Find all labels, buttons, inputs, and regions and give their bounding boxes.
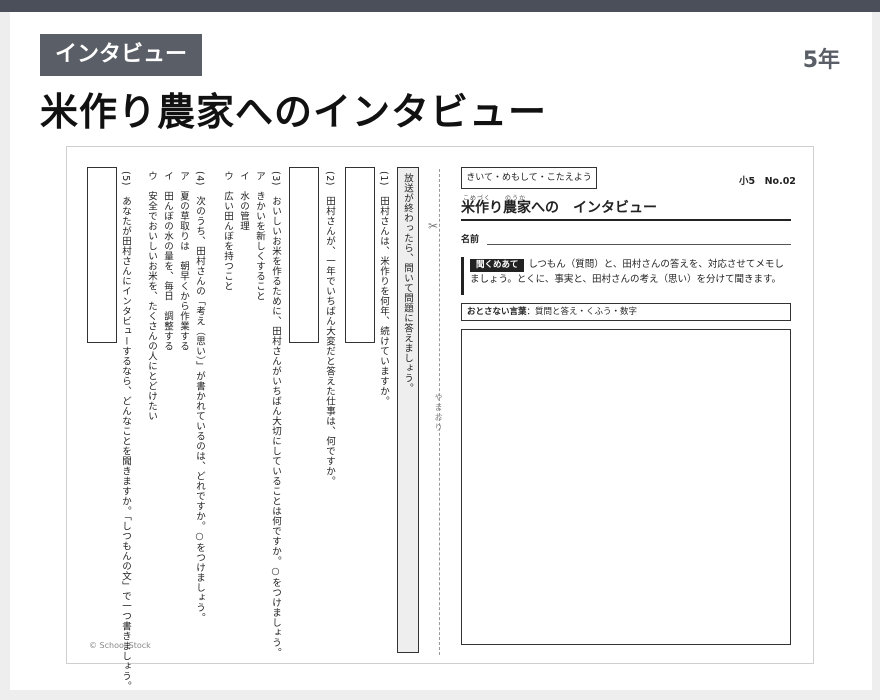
question-2: (2) 田村さんが、一年でいちばん大変だと答えた仕事は、何ですか。 <box>324 171 335 486</box>
top-bar <box>0 0 880 12</box>
page-title: 米作り農家へのインタビュー <box>40 90 548 134</box>
name-label: 名前 <box>461 235 480 245</box>
category-label: インタビュー <box>40 34 203 76</box>
question-4: (4) 次のうち、田村さんの「考え（思い）」が書かれているのは、どれですか。○を… <box>194 171 205 623</box>
question-4-option-a: ア 夏の草取りは 朝早くから作業する <box>178 171 189 351</box>
keywords-box: おとさない言葉：質問と答え・くふう・数字 <box>461 303 791 321</box>
name-line <box>487 244 791 245</box>
question-4-option-u: ウ 安全でおいしいお米を、たくさんの人にとどけたい <box>146 171 157 421</box>
question-3-option-i: イ 水の管理 <box>238 171 249 231</box>
question-5: (5) あなたが田村さんにインタビューするなら、どんなことを聞きますか。「しつも… <box>120 171 131 692</box>
fold-label: やまおり <box>434 393 443 433</box>
instruction-badge: 聞くめあて <box>470 259 525 272</box>
question-3-option-a: ア きかいを新しくすること <box>254 171 265 301</box>
grade-label: 5年 <box>802 48 840 73</box>
question-1: (1) 田村さんは、米作りを何年、続けていますか。 <box>378 171 389 406</box>
worksheet-title: 米作り農家への インタビュー <box>461 200 657 216</box>
copyright: © School Stock <box>89 641 151 650</box>
note-text: 放送が終わったら、問いて問題に答えましょう。 <box>402 173 413 393</box>
answer-box-5 <box>87 167 117 343</box>
question-3: (3) おいしいお米を作るために、田村さんがいちばん大切にしていることは何ですか… <box>270 171 281 658</box>
keywords-label: おとさない言葉 <box>467 307 527 317</box>
answer-box-1 <box>345 167 375 343</box>
keywords-text: ：質問と答え・くふう・数字 <box>526 307 638 317</box>
worksheet-preview: (1) 田村さんは、米作りを何年、続けていますか。 (2) 田村さんが、一年でい… <box>66 146 814 691</box>
question-3-option-u: ウ 広い田んぼを持つこと <box>222 171 233 291</box>
question-4-option-i: イ 田んぼの水の量を、毎日 調整する <box>162 171 173 351</box>
answer-box-2 <box>289 167 319 343</box>
memo-box <box>461 329 791 645</box>
worksheet-code: 小5 No.02 <box>739 176 796 187</box>
scissors-icon: ✂ <box>428 219 439 233</box>
instruction: 聞くめあて しつもん（質問）と、田村さんの答えを、対応させてメモしましょう。とくに… <box>461 257 791 295</box>
worksheet-tag: きいて・めもして・こたえよう <box>461 167 597 189</box>
title-underline <box>461 219 791 221</box>
